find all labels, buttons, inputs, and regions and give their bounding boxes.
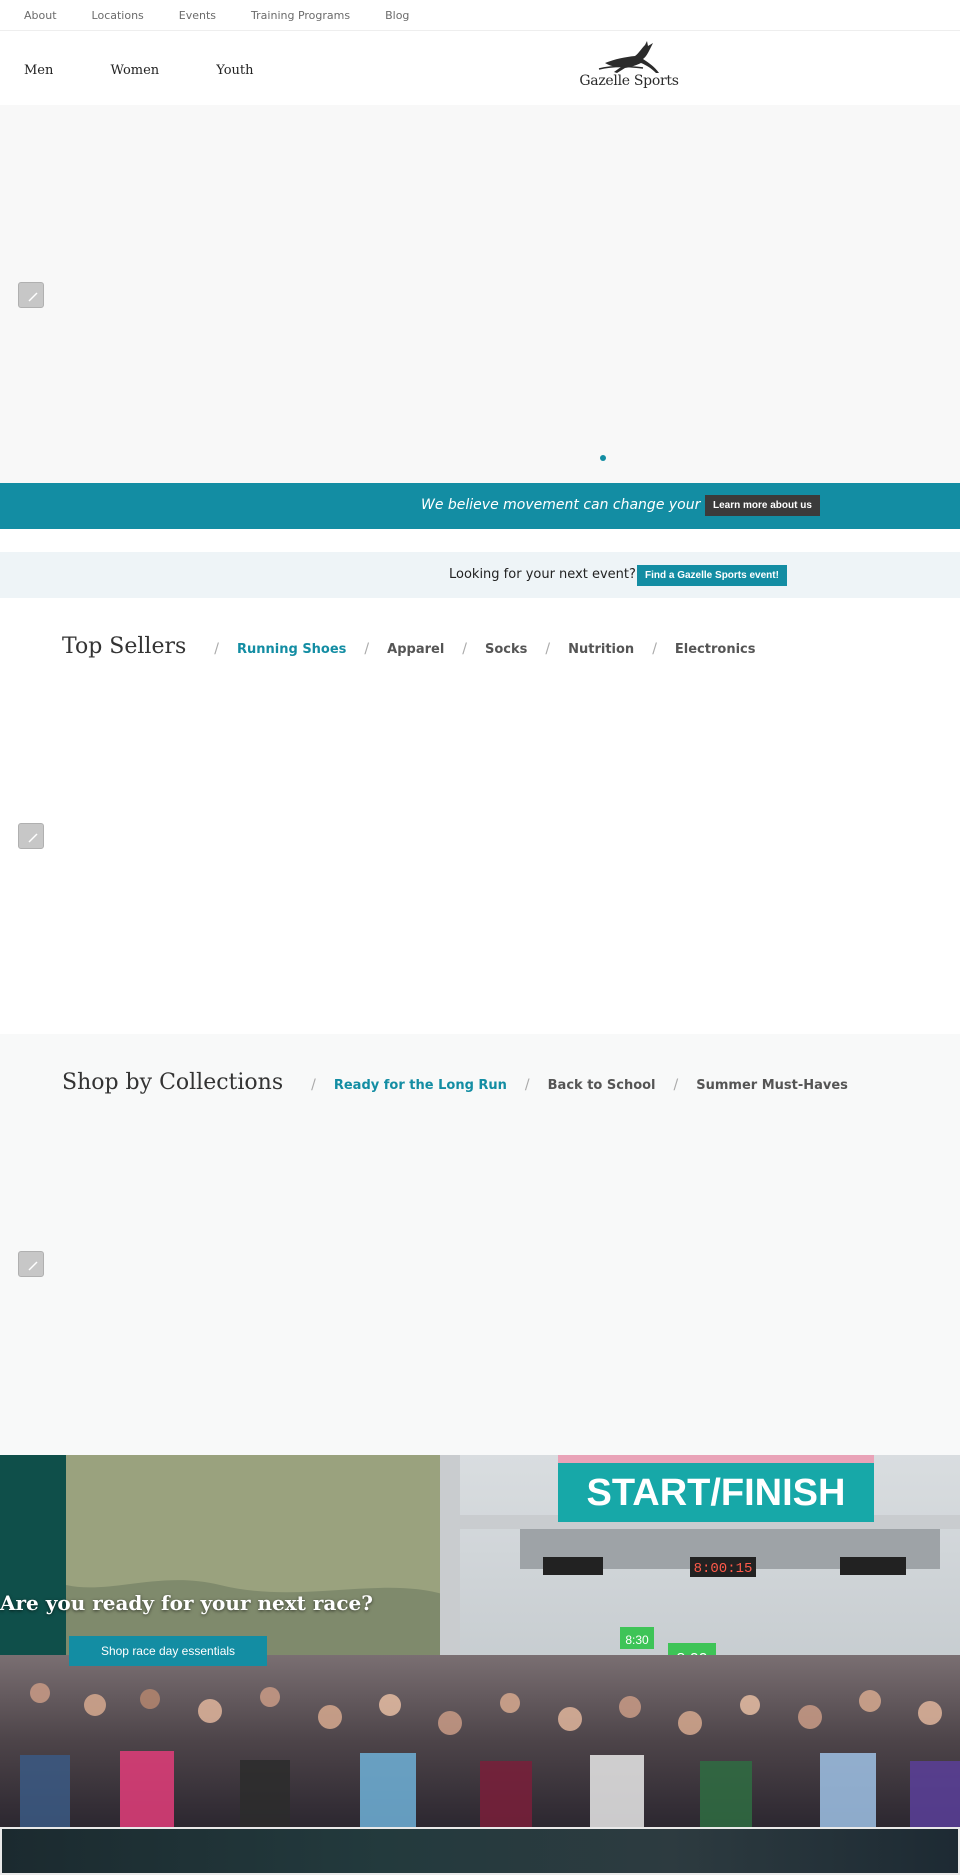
- next-banner-preview: [0, 1827, 960, 1875]
- top-sellers-header: Top Sellers / Running Shoes / Apparel / …: [62, 634, 755, 659]
- broken-image-icon: [18, 1251, 44, 1277]
- nav-youth[interactable]: Youth: [216, 63, 253, 78]
- tab-separator: /: [214, 641, 219, 657]
- tab-separator: /: [364, 641, 370, 657]
- utility-link-events[interactable]: Events: [179, 9, 216, 22]
- utility-nav: About Locations Events Training Programs…: [0, 0, 960, 31]
- collections-section: Shop by Collections / Ready for the Long…: [0, 1034, 960, 1455]
- event-promo-band: Looking for your next event? Find a Gaze…: [0, 552, 960, 598]
- find-event-button[interactable]: Find a Gazelle Sports event!: [637, 565, 787, 586]
- broken-image-icon: [18, 282, 44, 308]
- tab-summer-must-haves[interactable]: Summer Must-Haves: [696, 1078, 848, 1093]
- hero-slider[interactable]: [0, 105, 960, 483]
- mission-band: We believe movement can change your life…: [0, 483, 960, 529]
- tab-electronics[interactable]: Electronics: [675, 642, 756, 657]
- site-logo[interactable]: Gazelle Sports: [577, 39, 681, 99]
- tab-running-shoes[interactable]: Running Shoes: [237, 642, 346, 657]
- tab-back-to-school[interactable]: Back to School: [548, 1078, 656, 1093]
- learn-more-button[interactable]: Learn more about us: [705, 495, 820, 516]
- tab-separator: /: [673, 1077, 679, 1093]
- gazelle-icon: [598, 41, 659, 73]
- tab-ready-for-the-long-run[interactable]: Ready for the Long Run: [334, 1078, 507, 1093]
- mission-text: We believe movement can change your life…: [421, 497, 732, 513]
- broken-image-icon: [18, 823, 44, 849]
- slide-dot[interactable]: [600, 455, 606, 461]
- utility-link-locations[interactable]: Locations: [92, 9, 144, 22]
- main-header: Men Women Youth Gazelle Sports: [0, 31, 960, 105]
- start-finish-sign: START/FINISH: [587, 1472, 846, 1514]
- tab-separator: /: [462, 641, 467, 657]
- tab-apparel[interactable]: Apparel: [387, 642, 444, 657]
- tab-separator: /: [652, 641, 657, 657]
- race-banner: START/FINISH 8:00:15 8:30 8:00 Are yo: [0, 1455, 960, 1827]
- tab-separator: /: [311, 1077, 316, 1093]
- top-sellers-section: Top Sellers / Running Shoes / Apparel / …: [0, 598, 960, 1034]
- top-sellers-title: Top Sellers: [62, 634, 187, 659]
- collections-header: Shop by Collections / Ready for the Long…: [62, 1070, 848, 1095]
- nav-women[interactable]: Women: [110, 63, 159, 78]
- race-banner-title: Are you ready for your next race?: [0, 1591, 373, 1615]
- tab-nutrition[interactable]: Nutrition: [568, 642, 634, 657]
- collections-title: Shop by Collections: [62, 1070, 284, 1095]
- tab-socks[interactable]: Socks: [485, 642, 527, 657]
- utility-link-blog[interactable]: Blog: [385, 9, 409, 22]
- utility-link-training-programs[interactable]: Training Programs: [251, 9, 350, 22]
- tab-separator: /: [524, 1077, 530, 1093]
- collections-tabs: / Ready for the Long Run / Back to Schoo…: [293, 1077, 848, 1093]
- nav-men[interactable]: Men: [24, 63, 53, 78]
- main-nav: Men Women Youth: [24, 59, 306, 78]
- pacer-sign-830: 8:30: [625, 1633, 649, 1647]
- shop-race-day-button[interactable]: Shop race day essentials: [69, 1636, 267, 1666]
- top-sellers-tabs: / Running Shoes / Apparel / Socks / Nutr…: [196, 641, 755, 657]
- event-promo-text: Looking for your next event?: [449, 567, 636, 582]
- logo-text: Gazelle Sports: [579, 73, 679, 89]
- race-clock: 8:00:15: [694, 1561, 753, 1577]
- utility-link-about[interactable]: About: [24, 9, 57, 22]
- tab-separator: /: [545, 641, 551, 657]
